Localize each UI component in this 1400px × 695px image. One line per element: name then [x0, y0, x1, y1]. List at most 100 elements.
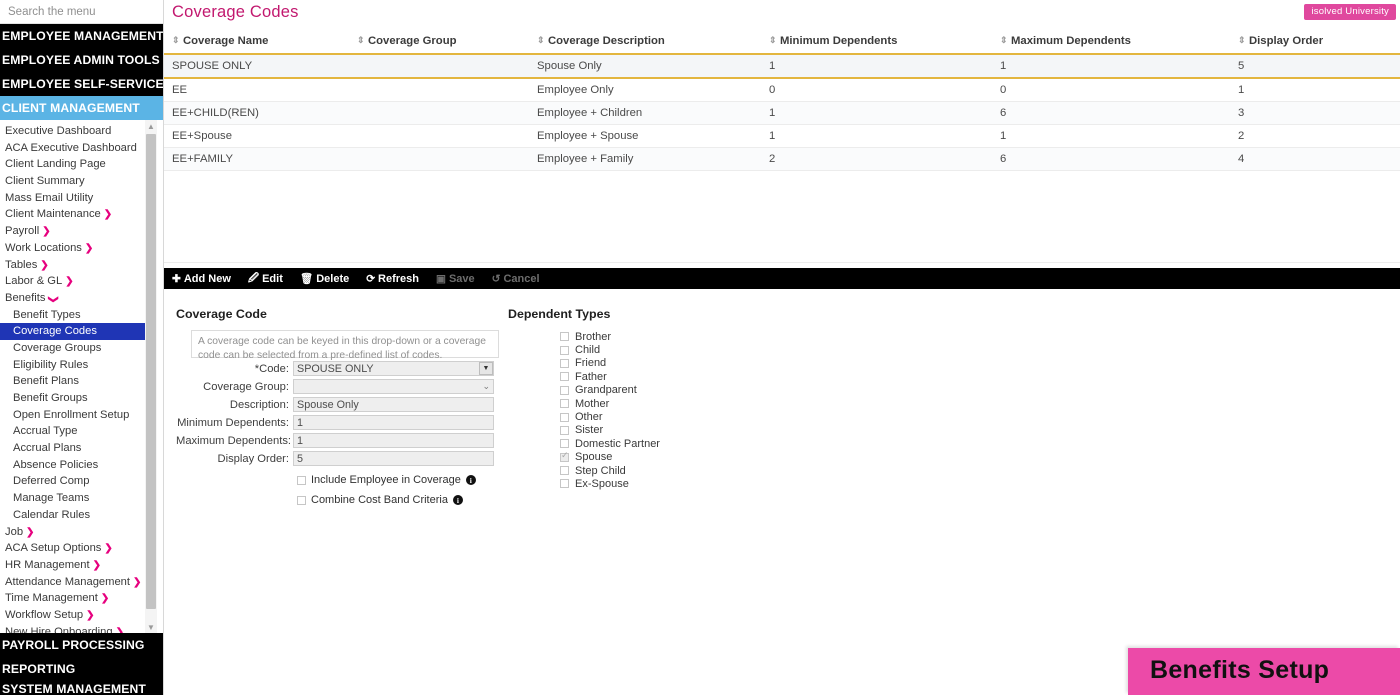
column-header-coverage-description[interactable]: ⇕Coverage Description: [529, 30, 761, 54]
description-field[interactable]: Spouse Only: [293, 397, 494, 412]
info-icon[interactable]: i: [453, 495, 463, 505]
dependent-type-label: Friend: [575, 357, 606, 369]
sidebar-section-payroll-processing[interactable]: PAYROLL PROCESSING: [0, 633, 163, 657]
sidebar-section-reporting[interactable]: REPORTING: [0, 657, 163, 681]
checkbox-domestic-partner[interactable]: [560, 439, 569, 448]
column-header-coverage-group[interactable]: ⇕Coverage Group: [349, 30, 529, 54]
column-header-coverage-name[interactable]: ⇕Coverage Name: [164, 30, 349, 54]
display-order-field[interactable]: 5: [293, 451, 494, 466]
sidebar-section-employee-self-service[interactable]: EMPLOYEE SELF-SERVICE: [0, 72, 163, 96]
sidebar-item-label: Absence Policies: [13, 459, 98, 471]
sidebar-section-client-management[interactable]: CLIENT MANAGEMENT: [0, 96, 163, 120]
column-header-display-order[interactable]: ⇕Display Order: [1230, 30, 1400, 54]
sort-icon[interactable]: ⇕: [769, 36, 778, 45]
sidebar-item-workflow-setup[interactable]: Workflow Setup❯: [0, 607, 163, 624]
column-header-label: Minimum Dependents: [780, 35, 897, 47]
sidebar-section-employee-admin-tools[interactable]: EMPLOYEE ADMIN TOOLS: [0, 48, 163, 72]
sidebar-item-manage-teams[interactable]: Manage Teams: [0, 490, 163, 507]
table-row[interactable]: SPOUSE ONLYSpouse Only115: [164, 54, 1400, 78]
sidebar-scrollbar[interactable]: ▲ ▼: [145, 120, 157, 633]
delete-button[interactable]: 🗑 Delete: [300, 272, 358, 285]
sort-icon[interactable]: ⇕: [172, 36, 181, 45]
checkbox-sister[interactable]: [560, 426, 569, 435]
sidebar-item-client-summary[interactable]: Client Summary: [0, 173, 163, 190]
sidebar-item-coverage-codes[interactable]: Coverage Codes: [0, 323, 150, 340]
scroll-down-icon[interactable]: ▼: [145, 621, 157, 633]
chevron-down-icon[interactable]: ⌄: [482, 380, 490, 393]
checkbox-brother[interactable]: [560, 332, 569, 341]
sort-icon[interactable]: ⇕: [357, 36, 366, 45]
chevron-down-icon[interactable]: ▼: [479, 362, 493, 375]
sidebar-item-aca-setup-options[interactable]: ACA Setup Options❯: [0, 540, 163, 557]
sort-icon[interactable]: ⇕: [537, 36, 546, 45]
checkbox-grandparent[interactable]: [560, 386, 569, 395]
sidebar-item-accrual-plans[interactable]: Accrual Plans: [0, 440, 163, 457]
column-header-minimum-dependents[interactable]: ⇕Minimum Dependents: [761, 30, 992, 54]
dependent-type-row: Sister: [560, 424, 660, 437]
sidebar-item-deferred-comp[interactable]: Deferred Comp: [0, 473, 163, 490]
checkbox-combine-cost-band-criteria[interactable]: [297, 496, 306, 505]
sidebar-item-tables[interactable]: Tables❯: [0, 257, 163, 274]
sidebar-item-mass-email-utility[interactable]: Mass Email Utility: [0, 190, 163, 207]
sidebar-item-benefit-groups[interactable]: Benefit Groups: [0, 390, 163, 407]
university-badge[interactable]: isolved University: [1304, 4, 1396, 20]
column-header-maximum-dependents[interactable]: ⇕Maximum Dependents: [992, 30, 1230, 54]
refresh-button[interactable]: ⟳ Refresh: [366, 273, 428, 285]
sidebar-item-coverage-groups[interactable]: Coverage Groups: [0, 340, 163, 357]
maximum-dependents-field[interactable]: 1: [293, 433, 494, 448]
checkbox-include-employee-in-coverage[interactable]: [297, 476, 306, 485]
sidebar-item-calendar-rules[interactable]: Calendar Rules: [0, 507, 163, 524]
add-new-button[interactable]: ✚ Add New: [172, 273, 240, 285]
sidebar-item-work-locations[interactable]: Work Locations❯: [0, 240, 163, 257]
sidebar-item-aca-executive-dashboard[interactable]: ACA Executive Dashboard: [0, 140, 163, 157]
edit-button[interactable]: 🖉 Edit: [248, 270, 292, 288]
sidebar-item-absence-policies[interactable]: Absence Policies: [0, 457, 163, 474]
sidebar-item-accrual-type[interactable]: Accrual Type: [0, 423, 163, 440]
table-row[interactable]: EE+SpouseEmployee + Spouse112: [164, 125, 1400, 148]
sidebar-item-benefit-plans[interactable]: Benefit Plans: [0, 373, 163, 390]
sidebar-item-time-management[interactable]: Time Management❯: [0, 590, 163, 607]
sidebar-item-hr-management[interactable]: HR Management❯: [0, 557, 163, 574]
chevron-right-icon: ❯: [101, 591, 109, 608]
sort-icon[interactable]: ⇕: [1238, 36, 1247, 45]
chevron-down-icon: ❯: [44, 295, 61, 303]
dependent-type-row: Other: [560, 410, 660, 423]
menu-search-input[interactable]: [0, 0, 163, 24]
table-row[interactable]: EE+CHILD(REN)Employee + Children163: [164, 102, 1400, 125]
sidebar-item-payroll[interactable]: Payroll❯: [0, 223, 163, 240]
cell-maximum-dependents: 1: [992, 54, 1230, 78]
checkbox-other[interactable]: [560, 413, 569, 422]
scroll-up-icon[interactable]: ▲: [145, 120, 157, 132]
table-row[interactable]: EEEmployee Only001: [164, 78, 1400, 102]
sidebar-section-system-management[interactable]: SYSTEM MANAGEMENT: [0, 681, 163, 695]
checkbox-father[interactable]: [560, 372, 569, 381]
field-row-display-order: Display Order: 5: [176, 451, 508, 466]
sidebar-item-client-maintenance[interactable]: Client Maintenance❯: [0, 206, 163, 223]
sidebar-item-attendance-management[interactable]: Attendance Management❯: [0, 574, 163, 591]
sidebar-item-benefit-types[interactable]: Benefit Types: [0, 307, 163, 324]
sidebar-item-benefits[interactable]: Benefits❯: [0, 290, 163, 307]
table-row[interactable]: EE+FAMILYEmployee + Family264: [164, 148, 1400, 171]
coverage-group-dropdown[interactable]: ⌄: [293, 379, 494, 394]
sidebar-item-eligibility-rules[interactable]: Eligibility Rules: [0, 357, 163, 374]
minimum-dependents-field[interactable]: 1: [293, 415, 494, 430]
sidebar-item-labor-gl[interactable]: Labor & GL❯: [0, 273, 163, 290]
checkbox-step-child[interactable]: [560, 466, 569, 475]
info-icon[interactable]: i: [466, 475, 476, 485]
checkbox-mother[interactable]: [560, 399, 569, 408]
sidebar-item-executive-dashboard[interactable]: Executive Dashboard: [0, 123, 163, 140]
dependent-type-label: Child: [575, 344, 600, 356]
cell-coverage-group: [349, 125, 529, 148]
sidebar-item-job[interactable]: Job❯: [0, 524, 163, 541]
sidebar-item-new-hire-onboarding[interactable]: New Hire Onboarding❯: [0, 624, 163, 633]
code-dropdown[interactable]: SPOUSE ONLY ▼: [293, 361, 494, 376]
checkbox-spouse[interactable]: [560, 453, 569, 462]
sort-icon[interactable]: ⇕: [1000, 36, 1009, 45]
scrollbar-thumb[interactable]: [146, 134, 156, 609]
checkbox-child[interactable]: [560, 346, 569, 355]
sidebar-item-client-landing-page[interactable]: Client Landing Page: [0, 156, 163, 173]
sidebar-section-employee-management[interactable]: EMPLOYEE MANAGEMENT: [0, 24, 163, 48]
sidebar-item-open-enrollment-setup[interactable]: Open Enrollment Setup: [0, 407, 163, 424]
checkbox-friend[interactable]: [560, 359, 569, 368]
checkbox-ex-spouse[interactable]: [560, 479, 569, 488]
